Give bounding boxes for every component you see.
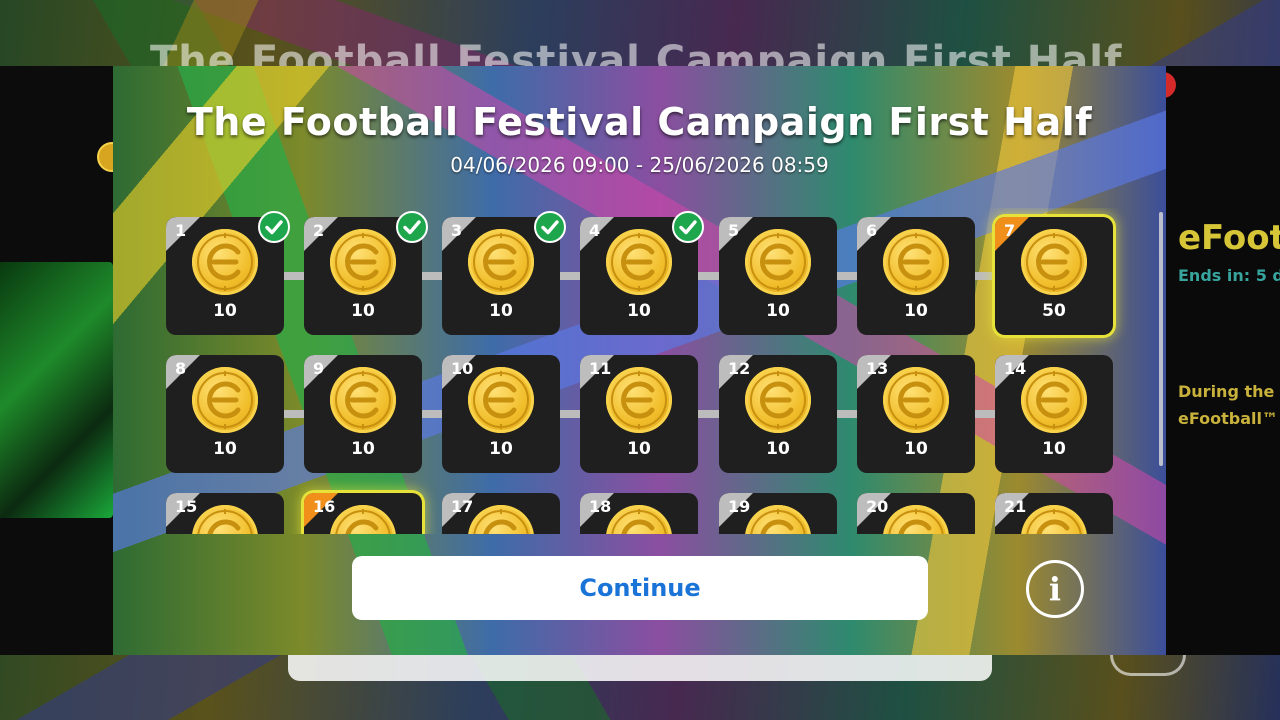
- efootball-coin-icon: [468, 505, 534, 534]
- reward-card-day-19[interactable]: 19: [719, 493, 837, 534]
- reward-day-number: 6: [866, 221, 878, 240]
- background-ghost-title: The Football Festival Campaign First Hal…: [150, 38, 1123, 66]
- efootball-coin-icon: [606, 367, 672, 433]
- efootball-coin-icon: [330, 367, 396, 433]
- reward-day-number: 8: [175, 359, 187, 378]
- reward-card-day-17[interactable]: 17: [442, 493, 560, 534]
- efootball-coin-icon: [192, 367, 258, 433]
- reward-card-day-16[interactable]: 16: [304, 493, 422, 534]
- reward-day-number: 7: [1004, 221, 1016, 240]
- checkmark-icon: [258, 211, 290, 243]
- reward-card-day-12[interactable]: 12 10: [719, 355, 837, 473]
- checkmark-icon: [672, 211, 704, 243]
- efootball-coin-icon: [745, 367, 811, 433]
- reward-amount: 10: [213, 439, 237, 459]
- reward-amount: 10: [904, 439, 928, 459]
- reward-card-day-9[interactable]: 9 10: [304, 355, 422, 473]
- background-button-ghost: [288, 655, 992, 681]
- reward-amount: 10: [627, 439, 651, 459]
- rewards-grid[interactable]: 1 10 2 10 3 10 4 10 5 10 6 10 7 50 8 10 9 10 10 10 11 10 12 10 1…: [153, 208, 1153, 534]
- left-campaign-card[interactable]: [0, 262, 113, 518]
- reward-card-day-20[interactable]: 20: [857, 493, 975, 534]
- efootball-coin-icon: [606, 505, 672, 534]
- reward-amount: 10: [351, 301, 375, 321]
- continue-button[interactable]: Continue: [352, 556, 928, 620]
- efootball-coin-icon: [1021, 505, 1087, 534]
- reward-day-number: 4: [589, 221, 601, 240]
- reward-card-day-11[interactable]: 11 10: [580, 355, 698, 473]
- reward-card-day-5[interactable]: 5 10: [719, 217, 837, 335]
- efootball-coin-icon: [883, 505, 949, 534]
- reward-amount: 10: [766, 301, 790, 321]
- reward-amount: 10: [489, 301, 513, 321]
- reward-amount: 10: [627, 301, 651, 321]
- efootball-coin-icon: [1021, 367, 1087, 433]
- reward-card-day-18[interactable]: 18: [580, 493, 698, 534]
- efootball-coin-icon: [330, 505, 396, 534]
- right-desc-line-1: During the s: [1178, 382, 1280, 401]
- reward-amount: 10: [489, 439, 513, 459]
- left-carousel-area: [0, 66, 127, 655]
- campaign-title: The Football Festival Campaign First Hal…: [186, 100, 1093, 144]
- reward-card-day-10[interactable]: 10 10: [442, 355, 560, 473]
- reward-amount: 10: [213, 301, 237, 321]
- efootball-coin-icon: [1021, 229, 1087, 295]
- efootball-coin-icon: [330, 229, 396, 295]
- reward-amount: 10: [351, 439, 375, 459]
- rewards-scrollbar[interactable]: [1159, 212, 1163, 466]
- reward-card-day-13[interactable]: 13 10: [857, 355, 975, 473]
- right-campaign-card[interactable]: eFoot Ends in: 5 da During the s eFootba…: [1166, 66, 1280, 655]
- background-circle-ghost: [1110, 655, 1186, 676]
- reward-card-day-7[interactable]: 7 50: [995, 217, 1113, 335]
- reward-amount: 10: [904, 301, 928, 321]
- reward-card-day-6[interactable]: 6 10: [857, 217, 975, 335]
- right-campaign-ends: Ends in: 5 da: [1178, 266, 1280, 285]
- info-icon[interactable]: i: [1026, 560, 1084, 618]
- right-campaign-description: During the s eFootball™ C: [1178, 378, 1280, 432]
- efootball-coin-icon: [745, 229, 811, 295]
- campaign-modal: The Football Festival Campaign First Hal…: [113, 66, 1166, 655]
- efootball-coin-icon: [883, 229, 949, 295]
- reward-day-number: 2: [313, 221, 325, 240]
- checkmark-icon: [396, 211, 428, 243]
- reward-day-number: 1: [175, 221, 187, 240]
- efootball-coin-icon: [468, 367, 534, 433]
- right-campaign-title: eFoot: [1178, 218, 1280, 258]
- efootball-coin-icon: [745, 505, 811, 534]
- reward-card-day-21[interactable]: 21: [995, 493, 1113, 534]
- reward-amount: 10: [766, 439, 790, 459]
- efootball-coin-icon: [606, 229, 672, 295]
- reward-amount: 10: [1042, 439, 1066, 459]
- reward-day-number: 5: [728, 221, 740, 240]
- efootball-coin-icon: [468, 229, 534, 295]
- efootball-coin-icon: [883, 367, 949, 433]
- reward-day-number: 9: [313, 359, 325, 378]
- reward-card-day-14[interactable]: 14 10: [995, 355, 1113, 473]
- checkmark-icon: [534, 211, 566, 243]
- reward-day-number: 3: [451, 221, 463, 240]
- reward-card-day-15[interactable]: 15: [166, 493, 284, 534]
- efootball-coin-icon: [192, 505, 258, 534]
- reward-card-day-8[interactable]: 8 10: [166, 355, 284, 473]
- campaign-dates: 04/06/2026 09:00 - 25/06/2026 08:59: [450, 153, 829, 177]
- efootball-coin-icon: [192, 229, 258, 295]
- reward-amount: 50: [1042, 301, 1066, 321]
- right-desc-line-2: eFootball™ C: [1178, 409, 1280, 428]
